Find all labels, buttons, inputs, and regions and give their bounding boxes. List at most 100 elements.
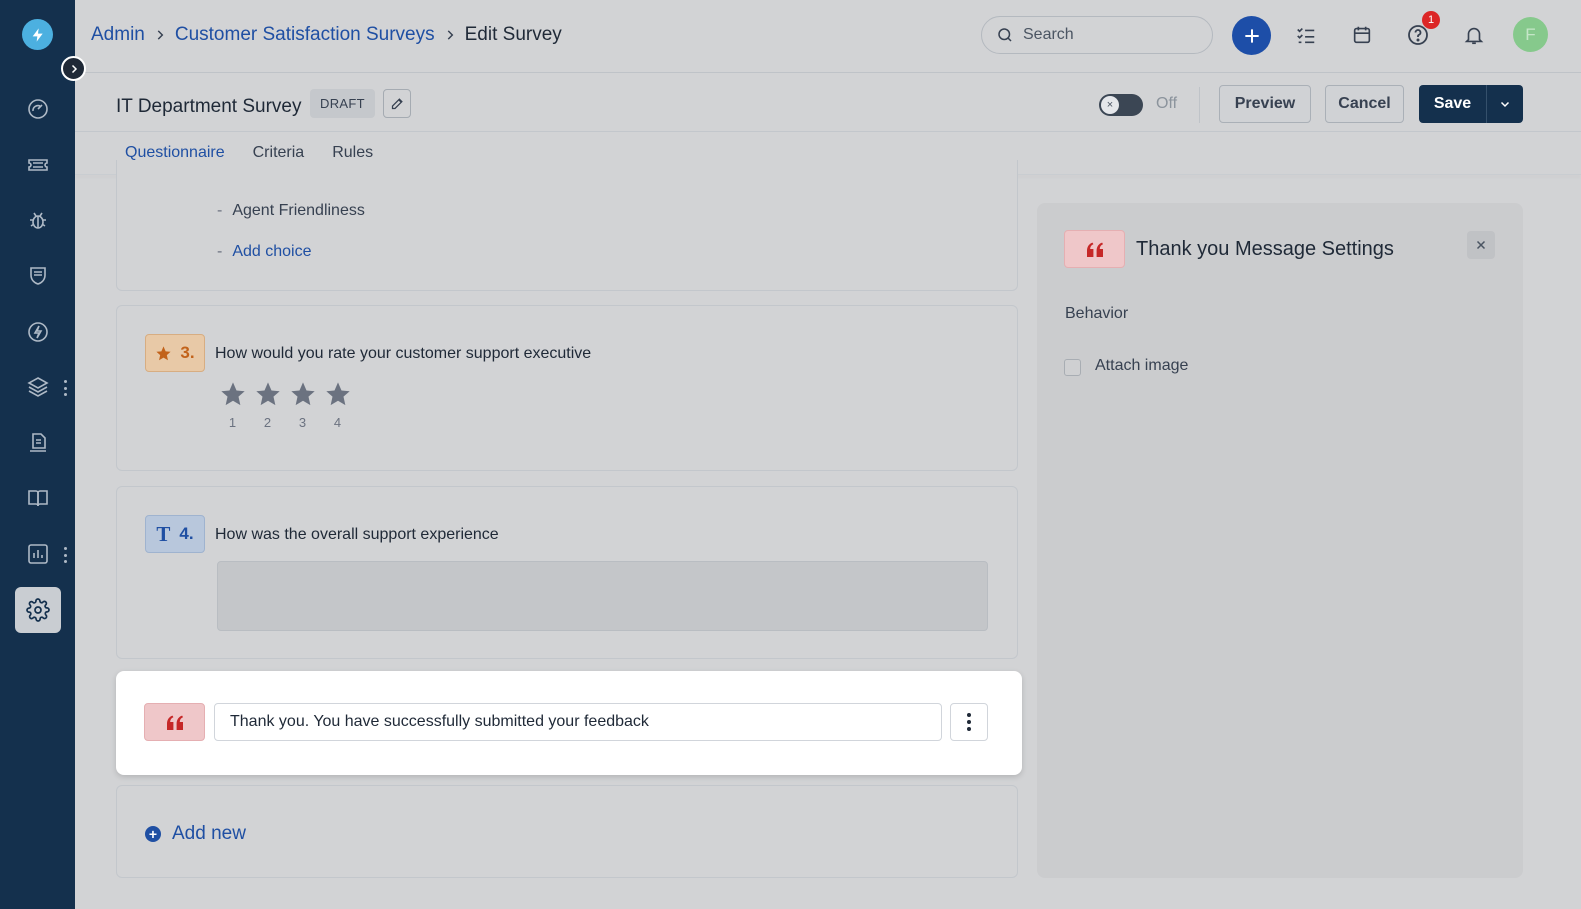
sidebar-item-tickets[interactable] bbox=[15, 142, 61, 188]
rating-star-2[interactable]: 2 bbox=[250, 380, 285, 430]
calendar-icon bbox=[1353, 26, 1371, 44]
dashboard-icon bbox=[28, 99, 48, 119]
panel-title: Thank you Message Settings bbox=[1136, 238, 1394, 260]
lightning-icon bbox=[28, 322, 48, 342]
quote-badge bbox=[144, 703, 205, 741]
sidebar-reports-more-icon[interactable] bbox=[62, 547, 68, 563]
sidebar-item-security[interactable] bbox=[15, 253, 61, 299]
sidebar-item-knowledge[interactable] bbox=[15, 475, 61, 521]
sidebar-item-dashboard[interactable] bbox=[15, 86, 61, 132]
app-logo[interactable] bbox=[22, 19, 53, 50]
notifications-button[interactable] bbox=[1456, 17, 1492, 53]
add-new-button[interactable]: + Add new bbox=[145, 823, 246, 845]
chevron-right-icon bbox=[71, 64, 77, 73]
document-stack-icon bbox=[30, 433, 46, 452]
divider bbox=[1199, 87, 1200, 123]
sidebar-item-assets[interactable] bbox=[15, 364, 61, 410]
rating-value: 3 bbox=[298, 415, 307, 430]
add-choice-link[interactable]: - Add choice bbox=[217, 243, 312, 261]
save-button[interactable]: Save bbox=[1419, 85, 1487, 123]
chevron-right-icon bbox=[153, 28, 167, 42]
status-badge: DRAFT bbox=[310, 89, 375, 118]
add-new-label: Add new bbox=[172, 823, 246, 844]
top-header: Admin Customer Satisfaction Surveys Edit… bbox=[75, 0, 1581, 73]
answer-textarea-preview bbox=[217, 561, 988, 631]
book-icon bbox=[28, 490, 48, 507]
chevron-right-icon bbox=[443, 28, 457, 42]
star-icon bbox=[290, 382, 315, 406]
help-button[interactable]: 1 bbox=[1400, 11, 1440, 53]
question-number: 4. bbox=[179, 524, 194, 543]
search-icon bbox=[998, 28, 1012, 42]
rating-value: 2 bbox=[263, 415, 272, 430]
thank-you-message-card[interactable]: Thank you. You have successfully submitt… bbox=[116, 671, 1022, 775]
rating-star-1[interactable]: 1 bbox=[215, 380, 250, 430]
survey-title-bar: IT Department Survey DRAFT × Off Preview… bbox=[75, 73, 1581, 132]
search-placeholder: Search bbox=[1023, 26, 1074, 43]
star-icon bbox=[255, 382, 280, 406]
text-question-badge: T 4. bbox=[145, 515, 205, 553]
rating-star-4[interactable]: 4 bbox=[320, 380, 355, 430]
breadcrumb-current: Edit Survey bbox=[464, 24, 562, 45]
star-icon bbox=[156, 345, 171, 360]
attach-image-checkbox[interactable] bbox=[1064, 359, 1081, 376]
section-heading: Behavior bbox=[1065, 305, 1129, 322]
choice-item[interactable]: - Agent Friendliness bbox=[217, 202, 365, 220]
thank-you-message-input[interactable]: Thank you. You have successfully submitt… bbox=[214, 703, 942, 741]
rating-value: 4 bbox=[333, 415, 342, 430]
close-icon: × bbox=[1101, 96, 1119, 114]
sidebar-item-changes[interactable] bbox=[15, 309, 61, 355]
question-card-choices: - Agent Friendliness - Add choice bbox=[116, 160, 1018, 291]
question-text: How was the overall support experience bbox=[215, 526, 499, 543]
user-avatar[interactable]: F bbox=[1513, 17, 1548, 52]
plus-circle-icon: + bbox=[145, 826, 161, 842]
chevron-down-icon bbox=[1500, 101, 1510, 108]
rating-star-3[interactable]: 3 bbox=[285, 380, 320, 430]
sidebar-expand-button[interactable] bbox=[61, 56, 86, 81]
checklist-icon bbox=[1297, 27, 1315, 44]
more-options-button[interactable] bbox=[950, 703, 988, 741]
sidebar-item-projects[interactable] bbox=[15, 420, 61, 466]
toggle-label: Off bbox=[1156, 95, 1178, 112]
question-text: How would you rate your customer support… bbox=[215, 345, 592, 362]
quote-icon bbox=[166, 715, 183, 730]
bug-icon bbox=[30, 212, 46, 229]
survey-active-toggle[interactable]: × bbox=[1099, 94, 1143, 116]
tasks-button[interactable] bbox=[1288, 17, 1324, 53]
edit-title-button[interactable] bbox=[383, 89, 411, 118]
sidebar bbox=[0, 0, 75, 909]
survey-title: IT Department Survey bbox=[116, 96, 302, 117]
question-card-rating[interactable]: 3. How would you rate your customer supp… bbox=[116, 305, 1018, 471]
quote-badge bbox=[1064, 230, 1125, 268]
rating-question-badge: 3. bbox=[145, 334, 205, 372]
save-options-button[interactable] bbox=[1487, 85, 1523, 123]
sidebar-item-reports[interactable] bbox=[15, 531, 61, 577]
gear-icon bbox=[26, 598, 50, 622]
sidebar-assets-more-icon[interactable] bbox=[62, 380, 68, 396]
star-icon bbox=[325, 382, 350, 406]
help-notification-badge: 1 bbox=[1422, 11, 1440, 29]
add-choice-label: Add choice bbox=[232, 243, 312, 260]
calendar-button[interactable] bbox=[1344, 17, 1380, 53]
question-card-text[interactable]: T 4. How was the overall support experie… bbox=[116, 486, 1018, 659]
choice-label: Agent Friendliness bbox=[232, 202, 365, 219]
preview-button[interactable]: Preview bbox=[1219, 85, 1311, 123]
question-number: 3. bbox=[180, 343, 195, 362]
rating-value: 1 bbox=[228, 415, 237, 430]
add-new-card: + Add new bbox=[116, 785, 1018, 878]
layers-icon bbox=[27, 377, 49, 397]
create-new-button[interactable] bbox=[1232, 16, 1271, 55]
bell-icon bbox=[1464, 27, 1484, 45]
cancel-button[interactable]: Cancel bbox=[1325, 85, 1404, 123]
breadcrumb-surveys-link[interactable]: Customer Satisfaction Surveys bbox=[175, 24, 435, 46]
shield-icon bbox=[30, 267, 46, 285]
sidebar-item-admin[interactable] bbox=[15, 587, 61, 633]
plus-icon bbox=[1244, 28, 1259, 43]
sidebar-item-problems[interactable] bbox=[15, 197, 61, 243]
close-panel-button[interactable] bbox=[1467, 231, 1495, 259]
search-input[interactable]: Search bbox=[981, 16, 1213, 54]
breadcrumb-admin-link[interactable]: Admin bbox=[91, 24, 145, 46]
attach-image-label[interactable]: Attach image bbox=[1095, 357, 1188, 375]
rating-scale: 1 2 3 4 bbox=[215, 380, 355, 430]
quote-icon bbox=[1086, 242, 1103, 257]
